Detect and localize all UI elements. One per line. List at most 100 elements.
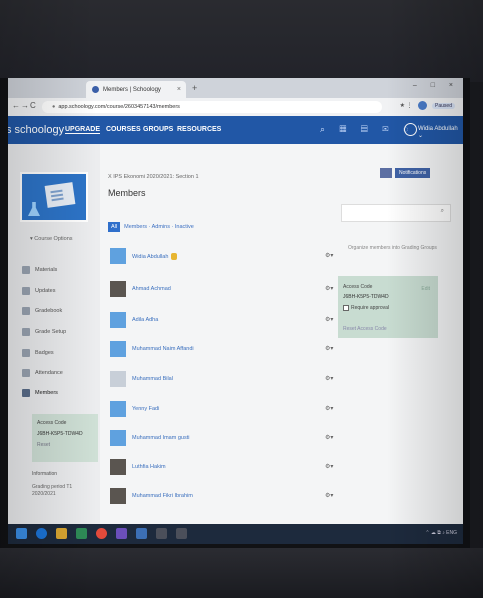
back-icon[interactable]: ← — [12, 101, 20, 110]
bookmark-menu-icon[interactable]: ★ ⋮ — [400, 103, 413, 109]
require-approval-checkbox[interactable]: Require approval — [343, 305, 389, 311]
forward-icon[interactable]: → — [21, 101, 29, 110]
filter-options[interactable]: Members · Admins · Inactive — [124, 224, 194, 230]
header-icons[interactable]: ⌕ ▦ ▤ ✉ ◌ — [320, 124, 414, 135]
paused-badge[interactable]: Paused — [432, 102, 455, 109]
member-avatar — [110, 341, 126, 357]
search-icon[interactable]: ⌕ — [441, 208, 444, 215]
member-row[interactable]: Luthfia Hakim ⚙▾ — [110, 459, 340, 481]
chrome-icon[interactable] — [96, 528, 107, 539]
sidebar-item-label: Members — [35, 390, 58, 396]
member-avatar — [110, 281, 126, 297]
lock-icon: ● — [52, 104, 56, 110]
gradebook-icon — [22, 307, 30, 315]
gear-icon[interactable]: ⚙▾ — [325, 316, 333, 323]
member-search-input[interactable]: ⌕ — [341, 204, 451, 222]
tab-close-icon[interactable]: × — [177, 86, 181, 93]
checkbox[interactable] — [343, 305, 349, 311]
windows-start-icon[interactable] — [16, 528, 27, 539]
updates-icon — [22, 287, 30, 295]
browser-screen: Members | Schoology × + – □ × ← → C ● app… — [8, 78, 463, 544]
member-filter[interactable]: All Members · Admins · Inactive — [108, 222, 194, 232]
sidebar-item-gradebook[interactable]: Gradebook — [22, 307, 62, 315]
sidebar-item-members[interactable]: Members — [22, 389, 58, 397]
edge-icon[interactable] — [36, 528, 47, 539]
gear-icon[interactable]: ⚙▾ — [325, 285, 333, 292]
url-field[interactable]: ● app.schoology.com/course/2603457143/mem… — [42, 101, 382, 113]
window-controls[interactable]: – □ × — [413, 82, 459, 89]
sidebar-item-materials[interactable]: Materials — [22, 266, 57, 274]
sidebar-item-badges[interactable]: Badges — [22, 349, 54, 357]
sidebar-item-attendance[interactable]: Attendance — [22, 369, 63, 377]
member-name[interactable]: Adila Adha — [132, 317, 158, 323]
member-row[interactable]: Muhammad Bilal ⚙▾ — [110, 371, 340, 393]
sidebar-item-label: Grade Setup — [35, 329, 67, 335]
access-code-panel: Access Code Edit J6BH-K5P5-TDW4D Require… — [338, 276, 438, 338]
profile-icon[interactable] — [418, 101, 428, 110]
access-code-title: Access Code — [37, 420, 67, 426]
menu-courses[interactable]: COURSES — [106, 126, 141, 133]
gear-icon[interactable]: ⚙▾ — [325, 345, 333, 352]
member-name[interactable]: Muhammad Imam gusti — [132, 435, 189, 441]
system-tray[interactable]: ⌃ ☁ ⧉ ♪ ENG — [425, 530, 457, 536]
store-icon[interactable] — [76, 528, 87, 539]
member-name[interactable]: Ahmad Achmad — [132, 286, 171, 292]
member-row[interactable]: Ahmad Achmad ⚙▾ — [110, 281, 340, 303]
member-row[interactable]: Widia Abdullah ⚙▾ — [110, 248, 340, 270]
reset-access-code-link[interactable]: Reset Access Code — [343, 326, 387, 332]
app-icon[interactable] — [176, 528, 187, 539]
member-name[interactable]: Muhammad Fikri Ibrahim — [132, 493, 193, 499]
sidebar-item-updates[interactable]: Updates — [22, 287, 56, 295]
app-icon[interactable] — [116, 528, 127, 539]
gear-icon[interactable]: ⚙▾ — [325, 405, 333, 412]
materials-icon — [22, 266, 30, 274]
gear-icon[interactable]: ⚙▾ — [325, 434, 333, 441]
require-approval-label: Require approval — [351, 305, 390, 311]
file-explorer-icon[interactable] — [56, 528, 67, 539]
user-avatar-icon[interactable] — [404, 123, 417, 136]
browser-tab[interactable]: Members | Schoology × — [86, 81, 186, 98]
menu-groups[interactable]: GROUPS — [143, 126, 173, 133]
gear-icon[interactable]: ⚙▾ — [325, 492, 333, 499]
reload-icon[interactable]: C — [30, 101, 36, 110]
member-name[interactable]: Muhammad Naim Affandi — [132, 346, 194, 352]
menu-resources[interactable]: RESOURCES — [177, 126, 221, 133]
member-name[interactable]: Luthfia Hakim — [132, 464, 166, 470]
member-row[interactable]: Yenny Fadi ⚙▾ — [110, 401, 340, 423]
member-row[interactable]: Muhammad Fikri Ibrahim ⚙▾ — [110, 488, 340, 510]
top-right-buttons: Notifications — [380, 168, 431, 178]
gear-icon[interactable]: ⚙▾ — [325, 252, 333, 259]
member-name[interactable]: Widia Abdullah — [132, 253, 178, 260]
member-row[interactable]: Muhammad Imam gusti ⚙▾ — [110, 430, 340, 452]
menu-upgrade[interactable]: UPGRADE — [65, 126, 101, 134]
word-icon[interactable] — [136, 528, 147, 539]
sidebar-item-label: Materials — [35, 267, 58, 273]
notifications-button[interactable]: Notifications — [395, 168, 431, 178]
gear-icon[interactable]: ⚙▾ — [325, 375, 333, 382]
gear-icon[interactable]: ⚙▾ — [325, 463, 333, 470]
grading-groups-link[interactable]: Organize members into Grading Groups — [348, 245, 437, 251]
document-icon — [44, 182, 76, 208]
member-name[interactable]: Muhammad Bilal — [132, 376, 173, 382]
course-options-toggle[interactable]: ▾ Course Options — [30, 236, 73, 242]
members-icon — [22, 389, 30, 397]
access-code-edit[interactable]: Edit — [421, 286, 430, 292]
sidebar-item-grade-setup[interactable]: Grade Setup — [22, 328, 66, 336]
windows-taskbar: ⌃ ☁ ⧉ ♪ ENG — [8, 524, 463, 544]
page-title: Members — [108, 188, 146, 198]
member-row[interactable]: Adila Adha ⚙▾ — [110, 312, 340, 334]
photo-background-bottom — [0, 548, 483, 598]
user-menu[interactable]: Widia Abdullah ⌄ — [418, 126, 463, 139]
toggle-icon[interactable] — [380, 168, 392, 178]
schoology-logo[interactable]: s schoology — [8, 124, 64, 136]
filter-all-button[interactable]: All — [108, 222, 121, 232]
new-tab-button[interactable]: + — [192, 83, 197, 93]
access-code-reset[interactable]: Reset — [37, 442, 50, 448]
browser-right-controls[interactable]: ★ ⋮ Paused — [400, 101, 455, 110]
schoology-header: s schoology UPGRADE COURSES GROUPS RESOU… — [8, 116, 463, 144]
app-icon[interactable] — [156, 528, 167, 539]
breadcrumb[interactable]: X IPS Ekonomi 2020/2021: Section 1 — [108, 174, 199, 180]
member-name[interactable]: Yenny Fadi — [132, 406, 159, 412]
flask-icon — [28, 202, 40, 216]
member-row[interactable]: Muhammad Naim Affandi ⚙▾ — [110, 341, 340, 363]
